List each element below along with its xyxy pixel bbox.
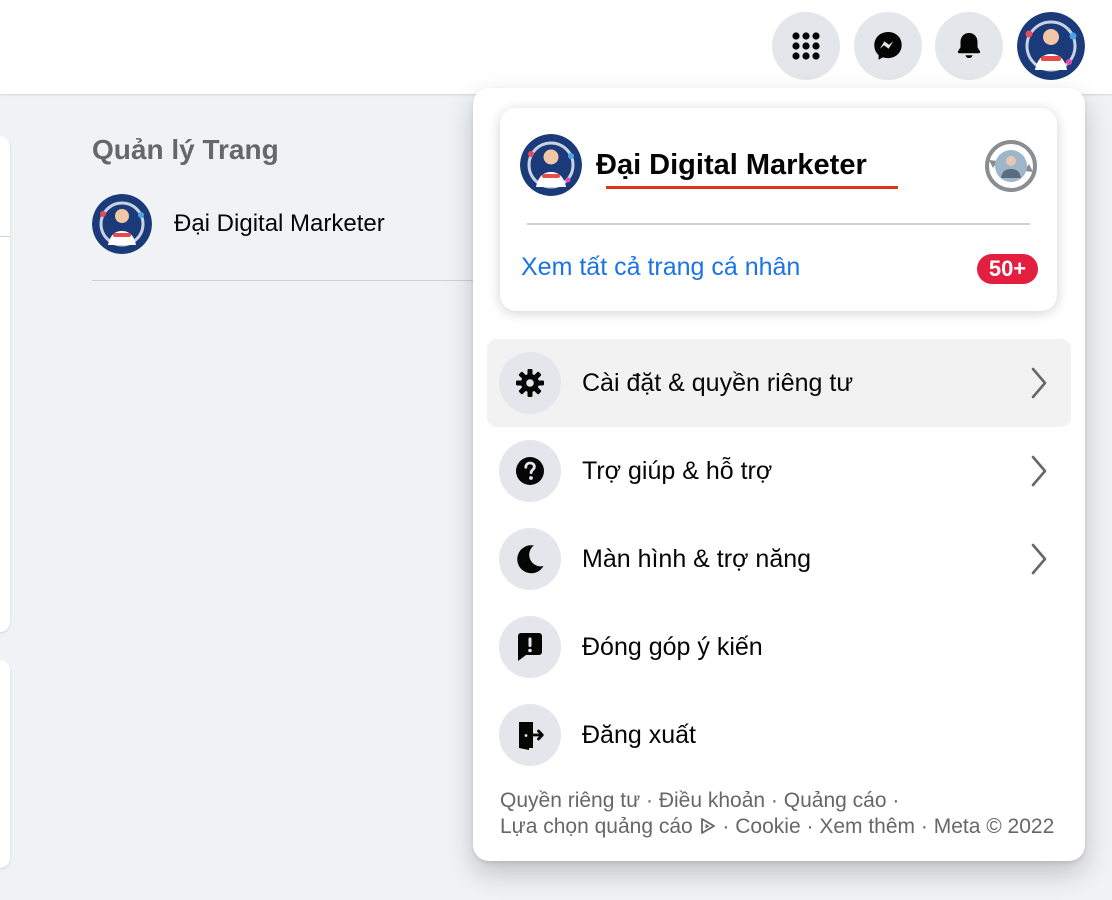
footer-separator: ·	[645, 789, 653, 812]
menu-item-settings-privacy[interactable]: Cài đặt & quyền riêng tư	[487, 339, 1071, 427]
privacy-link[interactable]: Quyền riêng tư	[500, 789, 640, 812]
menu-item-log-out[interactable]: Đăng xuất	[487, 691, 1071, 779]
left-panel-card-lower	[0, 660, 10, 868]
moon-icon	[499, 528, 561, 590]
profile-avatar	[520, 134, 582, 196]
account-menu: Đại Digital Marketer Xem tất cả trang cá…	[473, 88, 1085, 861]
menu-button[interactable]	[772, 12, 840, 80]
copyright-text: Meta © 2022	[933, 815, 1055, 838]
profile-card: Đại Digital Marketer Xem tất cả trang cá…	[500, 108, 1057, 311]
menu-item-display-accessibility[interactable]: Màn hình & trợ năng	[487, 515, 1071, 603]
menu-item-give-feedback[interactable]: Đóng góp ý kiến	[487, 603, 1071, 691]
account-avatar-button[interactable]	[1017, 12, 1085, 80]
profile-card-divider	[527, 223, 1030, 225]
manage-pages-divider	[92, 280, 482, 281]
messenger-icon	[874, 32, 902, 60]
chevron-right-icon	[1031, 367, 1047, 399]
footer-separator: ·	[920, 815, 928, 838]
ad-choices-label: Lựa chọn quảng cáo	[500, 815, 693, 838]
footer-separator: ·	[722, 815, 730, 838]
managed-page-name: Đại Digital Marketer	[174, 210, 385, 237]
page-avatar	[92, 194, 152, 254]
ad-choices-link[interactable]: Lựa chọn quảng cáo	[500, 815, 717, 838]
logout-icon	[499, 704, 561, 766]
chevron-right-icon	[1031, 543, 1047, 575]
notifications-button[interactable]	[935, 12, 1003, 80]
manage-pages-title: Quản lý Trang	[92, 134, 279, 165]
left-panel-divider	[0, 236, 10, 237]
switch-profile-icon	[985, 140, 1037, 192]
terms-link[interactable]: Điều khoản	[659, 789, 765, 812]
menu-item-label: Màn hình & trợ năng	[582, 544, 812, 573]
top-navigation-bar	[0, 0, 1112, 94]
gear-icon	[499, 352, 561, 414]
chevron-right-icon	[1031, 455, 1047, 487]
menu-item-label: Đóng góp ý kiến	[582, 632, 763, 661]
left-panel-card	[0, 136, 10, 632]
menu-item-label: Trợ giúp & hỗ trợ	[582, 456, 773, 485]
help-icon	[499, 440, 561, 502]
cookies-link[interactable]: Cookie	[735, 815, 800, 838]
bell-icon	[957, 33, 981, 59]
grid-menu-icon	[792, 32, 820, 60]
footer-separator: ·	[892, 789, 900, 812]
profile-name: Đại Digital Marketer	[596, 148, 867, 181]
profiles-count-badge: 50+	[977, 254, 1038, 284]
advertising-link[interactable]: Quảng cáo	[784, 789, 887, 812]
footer-separator: ·	[770, 789, 778, 812]
ad-choices-icon	[700, 818, 715, 834]
messenger-button[interactable]	[854, 12, 922, 80]
managed-page-item[interactable]: Đại Digital Marketer	[92, 193, 385, 255]
see-more-link[interactable]: Xem thêm	[819, 815, 915, 838]
footer-separator: ·	[806, 815, 814, 838]
see-all-profiles-link[interactable]: Xem tất cả trang cá nhân	[521, 253, 800, 282]
feedback-icon	[499, 616, 561, 678]
menu-footer: Quyền riêng tư · Điều khoản · Quảng cáo …	[500, 788, 1060, 840]
menu-item-label: Đăng xuất	[582, 720, 696, 749]
menu-item-label: Cài đặt & quyền riêng tư	[582, 368, 854, 397]
name-highlight-underline	[606, 186, 898, 189]
menu-item-help-support[interactable]: Trợ giúp & hỗ trợ	[487, 427, 1071, 515]
profile-avatar-image	[1017, 12, 1085, 80]
switch-profile-button[interactable]	[983, 138, 1039, 194]
